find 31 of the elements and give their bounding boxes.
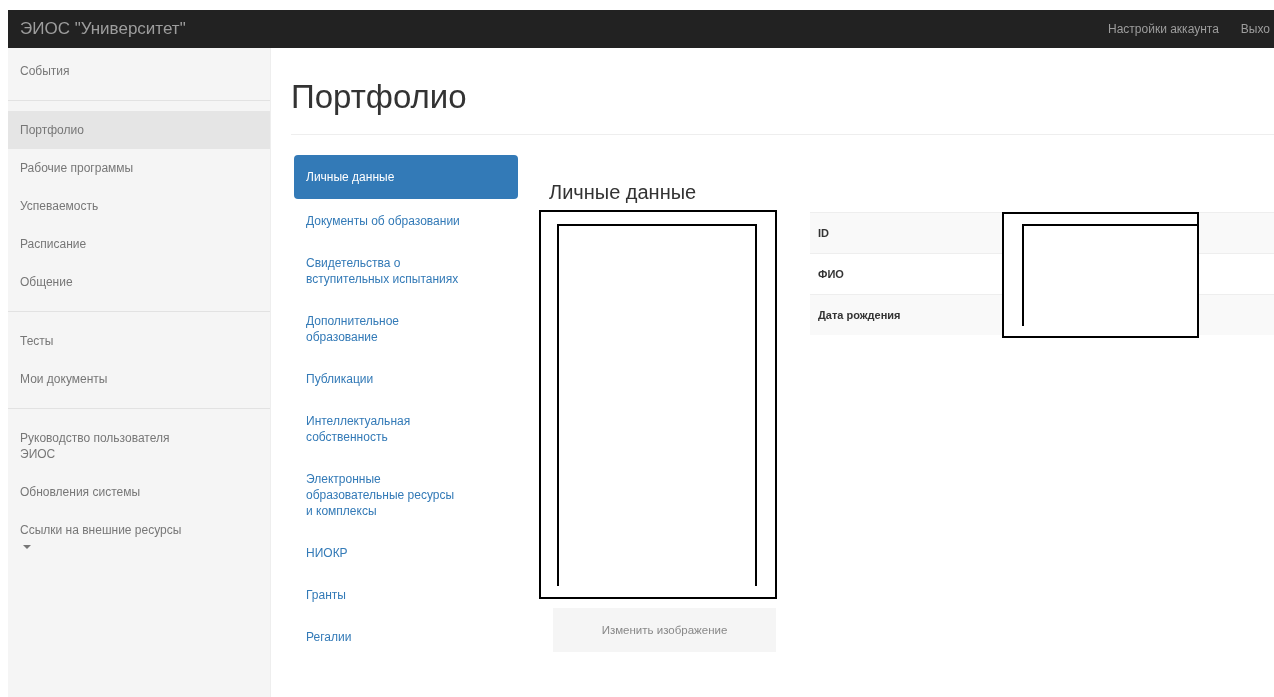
sidebar-item[interactable]: События [8, 52, 202, 90]
sidebar-item[interactable]: Обновления системы [8, 473, 202, 511]
sidebar-item[interactable]: Портфолио [8, 111, 270, 149]
page-title: Портфолио [291, 78, 1274, 135]
portfolio-tab[interactable]: Документы об образовании [294, 201, 518, 241]
portfolio-tab[interactable]: Регалии [294, 617, 518, 657]
portfolio-tab[interactable]: Интеллектуальная собственность [294, 401, 518, 457]
nav-link[interactable]: Настройки аккаунта [1108, 22, 1219, 36]
sidebar-item[interactable]: Тесты [8, 322, 202, 360]
portfolio-tab[interactable]: Гранты [294, 575, 518, 615]
sidebar-item[interactable]: Общение [8, 263, 202, 301]
section-title: Личные данные [549, 181, 698, 204]
change-image-button[interactable]: Изменить изображение [553, 608, 776, 652]
sidebar-item[interactable]: Успеваемость [8, 187, 202, 225]
portfolio-tab[interactable]: Свидетельства о вступительных испытаниях [294, 243, 518, 299]
portfolio-tab[interactable]: НИОКР [294, 533, 518, 573]
nav-link[interactable]: Выхо [1240, 22, 1270, 36]
row-label: ID [818, 227, 829, 239]
portfolio-tab[interactable]: Электронные образовательные ресурсы и комплексы [294, 459, 518, 531]
sidebar-item[interactable]: Мои документы [8, 360, 202, 398]
portfolio-tab[interactable]: Публикации [294, 359, 518, 399]
sidebar-item[interactable]: Ссылки на внешние ресурсы [8, 511, 202, 565]
brand-link[interactable]: ЭИОС "Университет" [20, 19, 186, 39]
row-label: ФИО [818, 268, 844, 280]
sidebar-item[interactable]: Руководство пользователя ЭИОС [8, 419, 202, 473]
sidebar-item[interactable]: Расписание [8, 225, 202, 263]
caret-icon [23, 544, 31, 549]
sidebar-item[interactable]: Рабочие программы [8, 149, 202, 187]
row-label: Дата рождения [818, 309, 901, 321]
portfolio-tab[interactable]: Личные данные [294, 155, 518, 199]
portfolio-tab[interactable]: Дополнительное образование [294, 301, 518, 357]
